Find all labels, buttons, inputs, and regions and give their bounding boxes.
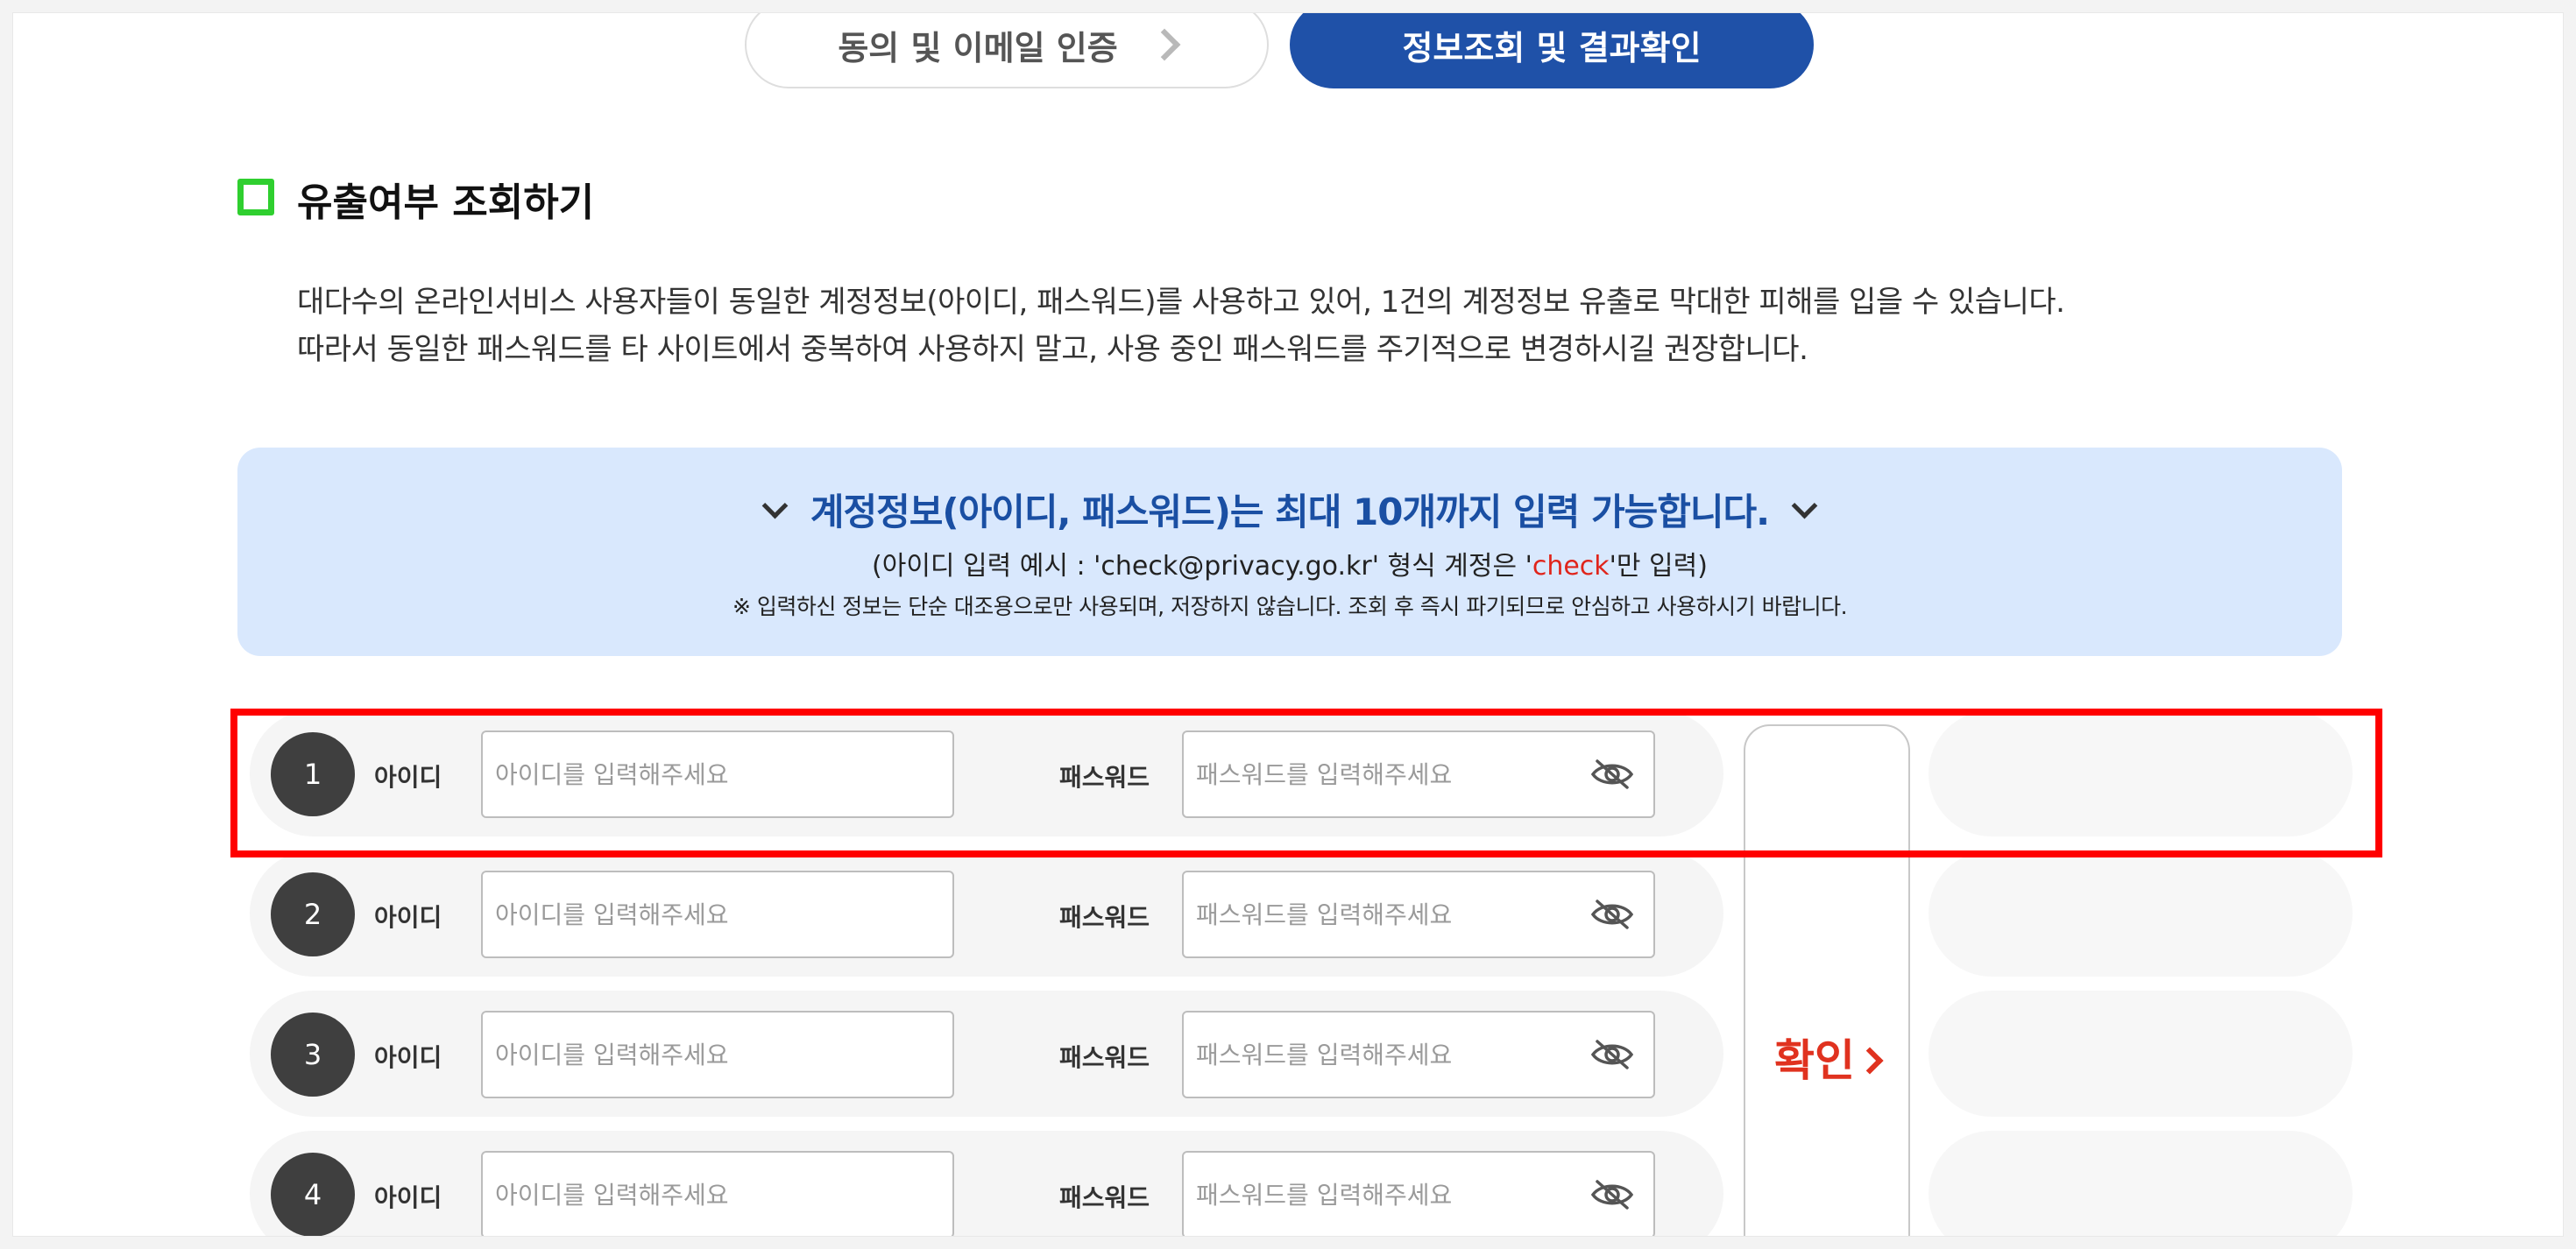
password-label: 패스워드: [1059, 1183, 1150, 1212]
eye-slash-icon[interactable]: [1590, 899, 1634, 930]
id-label: 아이디: [374, 903, 442, 932]
row-number-badge: 2: [271, 872, 355, 956]
password-input-3[interactable]: [1182, 1011, 1655, 1098]
page: 동의 및 이메일 인증 정보조회 및 결과확인 유출여부 조회하기 대다수의 온…: [12, 12, 2564, 1237]
id-label: 아이디: [374, 1043, 442, 1072]
banner-example-prefix: (아이디 입력 예시 : 'check@privacy.go.kr' 형식 계정…: [872, 551, 1532, 582]
info-banner: 계정정보(아이디, 패스워드)는 최대 10개까지 입력 가능합니다. (아이디…: [237, 448, 2342, 656]
chevron-down-icon: [761, 492, 789, 519]
password-input-4[interactable]: [1182, 1151, 1655, 1236]
account-row-2: 2 아이디 패스워드: [250, 844, 1723, 977]
confirm-button-label: 확인: [1774, 1035, 1855, 1086]
password-input-2[interactable]: [1182, 871, 1655, 958]
id-label: 아이디: [374, 1183, 442, 1212]
step-tab-label: 정보조회 및 결과확인: [1402, 28, 1702, 67]
banner-note: ※ 입력하신 정보는 단순 대조용으로만 사용되며, 저장하지 않습니다. 조회…: [732, 594, 1848, 619]
step-tab-lookup-result[interactable]: 정보조회 및 결과확인: [1290, 13, 1814, 88]
id-input-3[interactable]: [481, 1011, 954, 1098]
eye-slash-icon[interactable]: [1590, 1039, 1634, 1070]
id-label: 아이디: [374, 763, 442, 792]
row-number-badge: 4: [271, 1153, 355, 1236]
eye-slash-icon[interactable]: [1590, 1179, 1634, 1210]
step-tab-consent-email[interactable]: 동의 및 이메일 인증: [745, 13, 1269, 88]
account-row-1: 1 아이디 패스워드: [250, 704, 1723, 836]
checkbox-square-icon: [237, 179, 274, 215]
password-input-1[interactable]: [1182, 730, 1655, 818]
description-line-1: 대다수의 온라인서비스 사용자들이 동일한 계정정보(아이디, 패스워드)를 사…: [297, 285, 2065, 320]
banner-example-suffix: '만 입력): [1609, 551, 1708, 582]
banner-example-highlight: check: [1532, 551, 1610, 582]
account-row-3: 3 아이디 패스워드: [250, 984, 1723, 1117]
chevron-right-icon: [1148, 28, 1181, 61]
step-tab-label: 동의 및 이메일 인증: [838, 28, 1118, 67]
id-input-1[interactable]: [481, 730, 954, 818]
id-input-2[interactable]: [481, 871, 954, 958]
confirm-button[interactable]: 확인: [1744, 724, 1910, 1236]
password-label: 패스워드: [1059, 903, 1150, 932]
eye-slash-icon[interactable]: [1590, 759, 1634, 790]
password-label: 패스워드: [1059, 763, 1150, 792]
result-slot-1: [1928, 710, 2353, 836]
row-number-badge: 1: [271, 732, 355, 816]
chevron-down-icon: [1791, 492, 1818, 519]
result-slot-4: [1928, 1131, 2353, 1236]
banner-headline-wrap: 계정정보(아이디, 패스워드)는 최대 10개까지 입력 가능합니다.: [237, 483, 2342, 536]
row-number-badge: 3: [271, 1013, 355, 1097]
section-title: 유출여부 조회하기: [297, 180, 595, 225]
chevron-right-icon: [1856, 1047, 1884, 1075]
result-slot-3: [1928, 991, 2353, 1117]
description-line-2: 따라서 동일한 패스워드를 타 사이트에서 중복하여 사용하지 말고, 사용 중…: [297, 332, 1808, 367]
confirm-button-content: 확인: [1745, 1026, 1908, 1089]
banner-example: (아이디 입력 예시 : 'check@privacy.go.kr' 형식 계정…: [237, 544, 2342, 582]
password-label: 패스워드: [1059, 1043, 1150, 1072]
result-slot-2: [1928, 850, 2353, 977]
account-row-4: 4 아이디 패스워드: [250, 1125, 1723, 1236]
banner-headline: 계정정보(아이디, 패스워드)는 최대 10개까지 입력 가능합니다.: [810, 490, 1770, 533]
id-input-4[interactable]: [481, 1151, 954, 1236]
